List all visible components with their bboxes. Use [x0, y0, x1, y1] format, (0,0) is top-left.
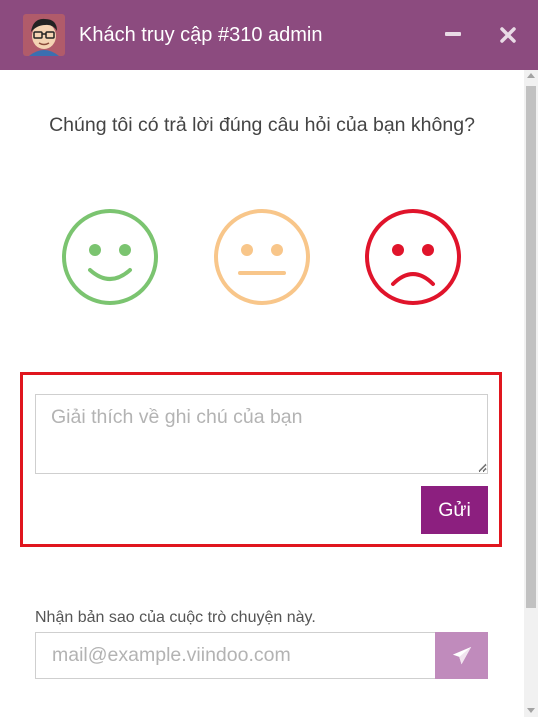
sad-face-icon [365, 209, 461, 305]
send-transcript-button[interactable] [435, 632, 488, 679]
minimize-icon[interactable] [441, 22, 467, 48]
chat-window-header: Khách truy cập #310 admin [0, 0, 538, 70]
paper-plane-icon [452, 646, 471, 664]
transcript-label: Nhận bản sao của cuộc trò chuyện này. [35, 609, 316, 626]
rating-question: Chúng tôi có trả lời đúng câu hỏi của bạ… [49, 114, 475, 136]
user-avatar [23, 14, 65, 56]
close-icon[interactable] [495, 22, 521, 48]
email-field[interactable] [35, 632, 435, 679]
chat-window-title: Khách truy cập #310 admin [79, 24, 323, 46]
rating-good-button[interactable] [61, 208, 159, 306]
scroll-up-arrow-icon[interactable] [527, 73, 535, 78]
resize-handle-icon[interactable] [478, 463, 487, 472]
rating-bad-button[interactable] [364, 208, 462, 306]
neutral-face-icon [214, 209, 310, 305]
feedback-textarea[interactable] [35, 394, 488, 474]
feedback-submit-button[interactable]: Gửi [421, 486, 488, 534]
happy-face-icon [62, 209, 158, 305]
scrollbar-thumb[interactable] [526, 86, 536, 608]
scroll-down-arrow-icon[interactable] [527, 708, 535, 713]
rating-neutral-button[interactable] [213, 208, 311, 306]
